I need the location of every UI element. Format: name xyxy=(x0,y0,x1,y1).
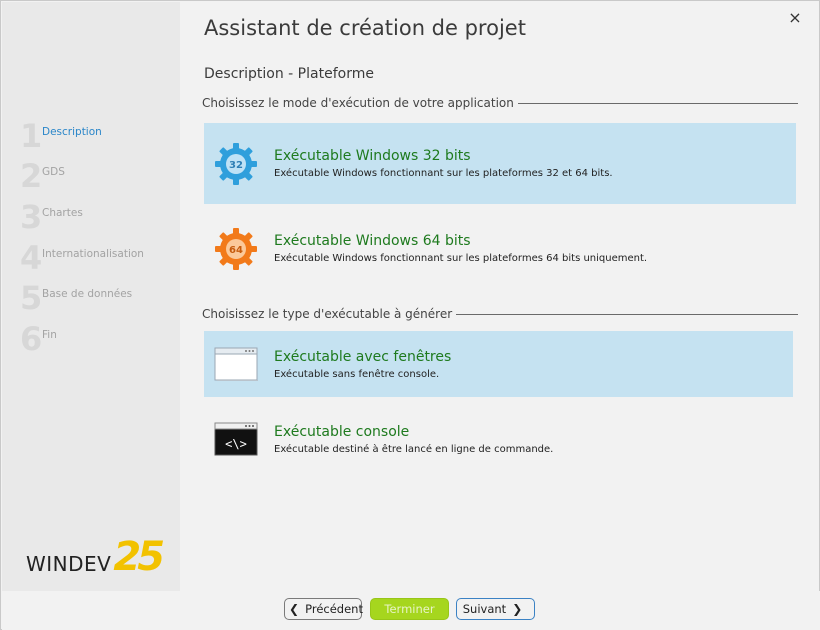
gear-64-icon: 64 xyxy=(212,225,260,273)
step-label: Fin xyxy=(42,329,57,341)
console-icon: <\> xyxy=(212,415,260,463)
option-title: Exécutable Windows 32 bits xyxy=(274,148,471,164)
step-number: 4 xyxy=(20,239,43,277)
previous-button[interactable]: ❮ Précédent xyxy=(284,598,363,620)
section-executable-type: Choisissez le type d'exécutable à génére… xyxy=(202,307,798,321)
step-number: 2 xyxy=(20,157,43,195)
option-texts: Exécutable avec fenêtres Exécutable sans… xyxy=(274,349,451,380)
step-number: 6 xyxy=(20,320,43,358)
windev-logo: WINDEV 25 xyxy=(26,534,165,580)
step-gds: 2 GDS xyxy=(20,160,65,196)
option-win64[interactable]: 64 Exécutable Windows 64 bits Exécutable… xyxy=(204,208,796,289)
gear-32-icon: 32 xyxy=(212,140,260,188)
step-label: Description xyxy=(42,126,102,138)
section-divider xyxy=(517,102,798,104)
chevron-right-icon: ❯ xyxy=(512,602,523,616)
option-title: Exécutable console xyxy=(274,423,410,440)
option-texts: Exécutable console Exécutable destiné à … xyxy=(274,424,553,455)
gear-64-label: 64 xyxy=(229,245,243,256)
wizard-footer: ❮ Précédent Terminer Suivant ❯ xyxy=(2,591,820,630)
wizard-window: 1 Description 2 GDS 3 Chartes 4 Internat… xyxy=(0,0,820,630)
step-base-de-donnees: 5 Base de données xyxy=(20,282,132,318)
next-button[interactable]: Suivant ❯ xyxy=(456,598,535,620)
option-description: Exécutable sans fenêtre console. xyxy=(274,368,440,380)
finish-label: Terminer xyxy=(384,602,435,616)
step-number: 1 xyxy=(20,117,43,155)
finish-button[interactable]: Terminer xyxy=(370,598,449,620)
steps-sidebar: 1 Description 2 GDS 3 Chartes 4 Internat… xyxy=(2,2,180,591)
step-label: Chartes xyxy=(42,207,83,219)
section-execution-mode: Choisissez le mode d'exécution de votre … xyxy=(202,96,798,110)
close-icon[interactable]: × xyxy=(785,8,805,28)
step-description: 1 Description xyxy=(20,120,102,156)
step-internationalisation: 4 Internationalisation xyxy=(20,242,144,278)
logo-version: 25 xyxy=(113,534,165,580)
option-title: Exécutable avec fenêtres xyxy=(274,348,452,365)
step-number: 5 xyxy=(20,279,43,317)
option-windowed[interactable]: Exécutable avec fenêtres Exécutable sans… xyxy=(204,331,793,397)
gear-32-label: 32 xyxy=(229,160,243,171)
option-description: Exécutable Windows fonctionnant sur les … xyxy=(274,253,648,264)
console-icon-label: <\> xyxy=(225,437,247,451)
previous-label: Précédent xyxy=(305,602,363,616)
page-title: Assistant de création de projet xyxy=(204,16,526,40)
section-title: Choisissez le mode d'exécution de votre … xyxy=(202,96,514,110)
option-description: Exécutable Windows fonctionnant sur les … xyxy=(274,168,613,179)
page-subtitle: Description - Plateforme xyxy=(204,66,374,82)
step-label: Base de données xyxy=(42,288,133,300)
step-label: Internationalisation xyxy=(42,248,144,260)
window-icon xyxy=(212,340,260,388)
next-label: Suivant xyxy=(462,602,507,616)
chevron-left-icon: ❮ xyxy=(289,602,300,616)
section-title: Choisissez le type d'exécutable à génére… xyxy=(202,307,453,321)
option-title: Exécutable Windows 64 bits xyxy=(274,233,471,249)
option-console[interactable]: <\> Exécutable console Exécutable destin… xyxy=(204,406,796,472)
step-chartes: 3 Chartes xyxy=(20,201,83,237)
step-fin: 6 Fin xyxy=(20,323,57,359)
step-label: GDS xyxy=(42,166,65,178)
section-divider xyxy=(456,313,798,315)
main-panel: Assistant de création de projet × Descri… xyxy=(180,2,819,591)
step-number: 3 xyxy=(20,198,43,236)
logo-text: WINDEV xyxy=(26,552,112,576)
option-win32[interactable]: 32 Exécutable Windows 32 bits Exécutable… xyxy=(204,123,796,204)
option-texts: Exécutable Windows 32 bits Exécutable Wi… xyxy=(274,148,613,179)
option-texts: Exécutable Windows 64 bits Exécutable Wi… xyxy=(274,233,647,264)
option-description: Exécutable destiné à être lancé en ligne… xyxy=(274,443,554,455)
